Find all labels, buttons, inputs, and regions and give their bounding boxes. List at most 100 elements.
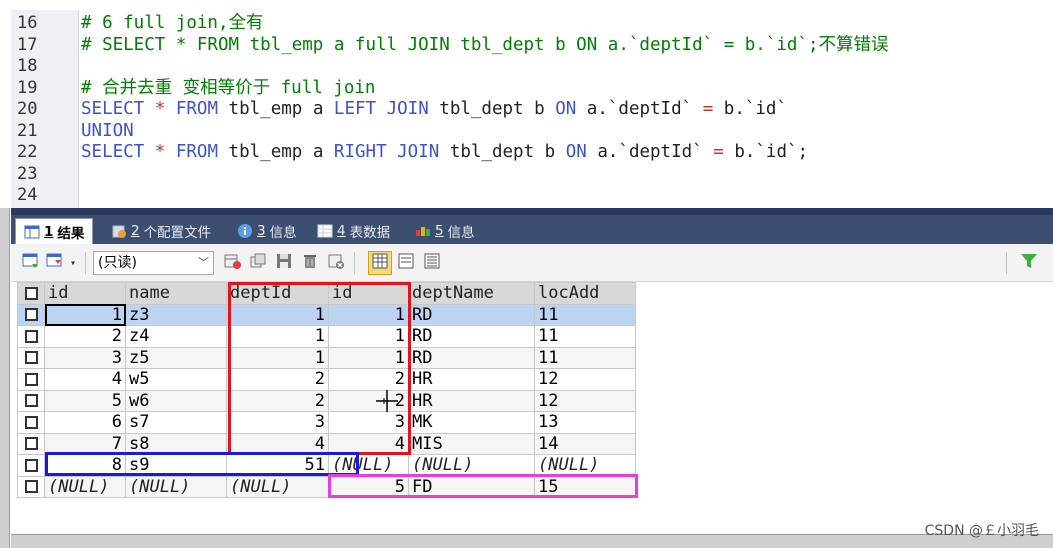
- code-line[interactable]: 20 SELECT * FROM tbl_emp a LEFT JOIN tbl_…: [11, 99, 1051, 121]
- table-row[interactable]: 2 z4 1 1 RD 11: [17, 325, 636, 348]
- table-cell[interactable]: 15: [534, 475, 636, 498]
- table-cell[interactable]: 1: [226, 303, 329, 326]
- table-cell[interactable]: 3: [226, 411, 329, 434]
- row-checkbox[interactable]: [17, 303, 45, 326]
- table-cell[interactable]: 2: [44, 325, 126, 348]
- table-cell[interactable]: 2: [226, 368, 329, 391]
- table-cell[interactable]: 2: [328, 368, 409, 391]
- save-button[interactable]: [274, 253, 294, 273]
- table-cell[interactable]: 6: [44, 411, 126, 434]
- table-cell[interactable]: 1: [328, 303, 409, 326]
- code-line[interactable]: 18: [11, 56, 1051, 78]
- tab-table-data[interactable]: 4 表数据: [309, 218, 398, 244]
- column-header-locadd[interactable]: locAdd: [534, 282, 636, 305]
- table-cell[interactable]: 1: [226, 325, 329, 348]
- table-cell[interactable]: MIS: [408, 432, 535, 455]
- table-cell[interactable]: (NULL): [328, 454, 409, 477]
- table-cell[interactable]: RD: [408, 303, 535, 326]
- tab-info[interactable]: 3 信息: [229, 218, 305, 244]
- table-cell[interactable]: z5: [125, 346, 227, 369]
- row-checkbox[interactable]: [17, 325, 45, 348]
- column-header-dept-id[interactable]: id: [328, 282, 409, 305]
- table-cell[interactable]: 4: [328, 432, 409, 455]
- row-checkbox[interactable]: [17, 454, 45, 477]
- filter-button[interactable]: [1019, 253, 1039, 273]
- code-line[interactable]: 21 UNION: [11, 121, 1051, 143]
- table-cell[interactable]: 4: [226, 432, 329, 455]
- code-line[interactable]: 22 SELECT * FROM tbl_emp a RIGHT JOIN tbl…: [11, 142, 1051, 164]
- table-cell[interactable]: MK: [408, 411, 535, 434]
- duplicate-row-button[interactable]: [248, 253, 268, 273]
- table-cell[interactable]: z3: [125, 303, 227, 326]
- table-cell[interactable]: 1: [226, 346, 329, 369]
- form-view-button[interactable]: [396, 253, 416, 273]
- table-cell[interactable]: 2: [328, 389, 409, 412]
- table-cell[interactable]: s7: [125, 411, 227, 434]
- export-grid-button[interactable]: [21, 253, 41, 273]
- table-cell[interactable]: 3: [328, 411, 409, 434]
- table-cell[interactable]: 1: [44, 303, 126, 326]
- table-cell[interactable]: HR: [408, 389, 535, 412]
- column-header-id[interactable]: id: [44, 282, 126, 305]
- table-row[interactable]: 8 s9 51 (NULL) (NULL) (NULL): [17, 454, 636, 477]
- table-cell[interactable]: 51: [226, 454, 329, 477]
- tab-results[interactable]: 1 结果: [15, 218, 94, 244]
- table-row[interactable]: 1 z3 1 1 RD 11: [17, 303, 636, 326]
- table-cell[interactable]: s8: [125, 432, 227, 455]
- table-row[interactable]: 3 z5 1 1 RD 11: [17, 346, 636, 369]
- code-line[interactable]: 24: [11, 185, 1051, 207]
- table-cell[interactable]: 4: [44, 368, 126, 391]
- table-row[interactable]: 4 w5 2 2 HR 12: [17, 368, 636, 391]
- table-cell[interactable]: (NULL): [408, 454, 535, 477]
- column-header-deptname[interactable]: deptName: [408, 282, 535, 305]
- table-cell[interactable]: 1: [328, 346, 409, 369]
- table-cell[interactable]: 13: [534, 411, 636, 434]
- table-cell[interactable]: 3: [44, 346, 126, 369]
- select-all-checkbox[interactable]: [17, 282, 45, 305]
- table-cell[interactable]: (NULL): [44, 475, 126, 498]
- import-dropdown-button[interactable]: ▾: [67, 253, 79, 273]
- import-grid-button[interactable]: [45, 253, 65, 273]
- table-cell[interactable]: 2: [226, 389, 329, 412]
- table-cell[interactable]: w5: [125, 368, 227, 391]
- editor-results-splitter[interactable]: [11, 208, 1053, 215]
- table-cell[interactable]: RD: [408, 325, 535, 348]
- table-cell[interactable]: w6: [125, 389, 227, 412]
- table-cell[interactable]: 11: [534, 346, 636, 369]
- delete-row-button[interactable]: [300, 253, 320, 273]
- table-cell[interactable]: 12: [534, 368, 636, 391]
- table-cell[interactable]: 8: [44, 454, 126, 477]
- table-cell[interactable]: HR: [408, 368, 535, 391]
- table-cell[interactable]: 11: [534, 325, 636, 348]
- table-cell[interactable]: (NULL): [534, 454, 636, 477]
- grid-view-button[interactable]: [368, 251, 392, 275]
- table-cell[interactable]: (NULL): [226, 475, 329, 498]
- column-header-deptid[interactable]: deptId: [226, 282, 329, 305]
- row-checkbox[interactable]: [17, 346, 45, 369]
- text-view-button[interactable]: [422, 253, 442, 273]
- table-cell[interactable]: 14: [534, 432, 636, 455]
- row-checkbox[interactable]: [17, 368, 45, 391]
- code-line[interactable]: 23: [11, 164, 1051, 186]
- table-row[interactable]: (NULL) (NULL) (NULL) 5 FD 15: [17, 475, 636, 498]
- table-cell[interactable]: 7: [44, 432, 126, 455]
- table-cell[interactable]: 1: [328, 325, 409, 348]
- table-cell[interactable]: s9: [125, 454, 227, 477]
- table-row[interactable]: 6 s7 3 3 MK 13: [17, 411, 636, 434]
- table-cell[interactable]: FD: [408, 475, 535, 498]
- row-checkbox[interactable]: [17, 411, 45, 434]
- column-header-name[interactable]: name: [125, 282, 227, 305]
- code-line[interactable]: 16 # 6 full join,全有: [11, 13, 1051, 35]
- tab-info-2[interactable]: 5 信息: [407, 218, 483, 244]
- add-row-button[interactable]: [222, 253, 242, 273]
- code-line[interactable]: 17 # SELECT * FROM tbl_emp a full JOIN tb…: [11, 35, 1051, 57]
- table-cell[interactable]: z4: [125, 325, 227, 348]
- results-grid[interactable]: id name deptId id deptName locAdd 1 z3 1 1 R…: [11, 282, 1053, 534]
- readonly-mode-select[interactable]: (只读) ﹀: [93, 251, 214, 275]
- results-table[interactable]: id name deptId id deptName locAdd 1 z3 1 1 R…: [17, 282, 636, 498]
- cancel-changes-button[interactable]: [326, 253, 346, 273]
- table-row[interactable]: 7 s8 4 4 MIS 14: [17, 432, 636, 455]
- table-cell[interactable]: 12: [534, 389, 636, 412]
- sql-editor[interactable]: 16 # 6 full join,全有 17 # SELECT * FROM tbl_…: [0, 0, 1053, 208]
- tab-profiles[interactable]: 2 个配置文件: [103, 218, 219, 244]
